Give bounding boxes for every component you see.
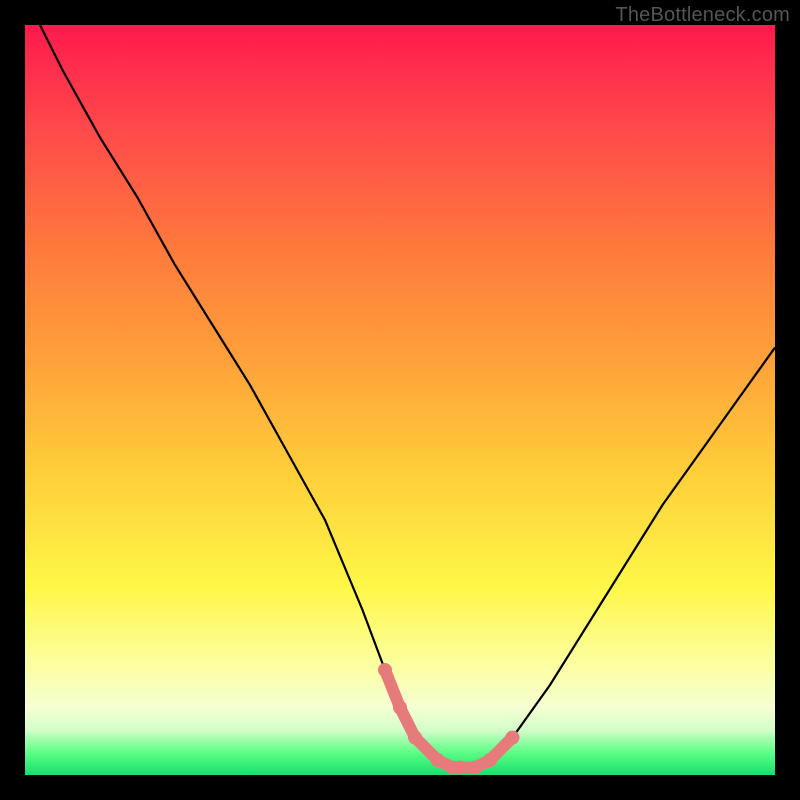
highlight-dot xyxy=(453,761,467,775)
watermark-text: TheBottleneck.com xyxy=(615,4,790,27)
chart-frame: TheBottleneck.com xyxy=(0,0,800,800)
highlight-dot xyxy=(378,663,392,677)
highlight-dot xyxy=(506,731,520,745)
highlight-dot xyxy=(468,761,482,775)
highlight-dot xyxy=(431,753,445,767)
highlight-dot xyxy=(483,753,497,767)
bottleneck-curve xyxy=(40,25,775,768)
highlight-dot xyxy=(408,731,422,745)
highlight-points xyxy=(378,663,520,775)
curve-layer xyxy=(25,25,775,775)
highlight-dot xyxy=(393,701,407,715)
plot-area xyxy=(25,25,775,775)
